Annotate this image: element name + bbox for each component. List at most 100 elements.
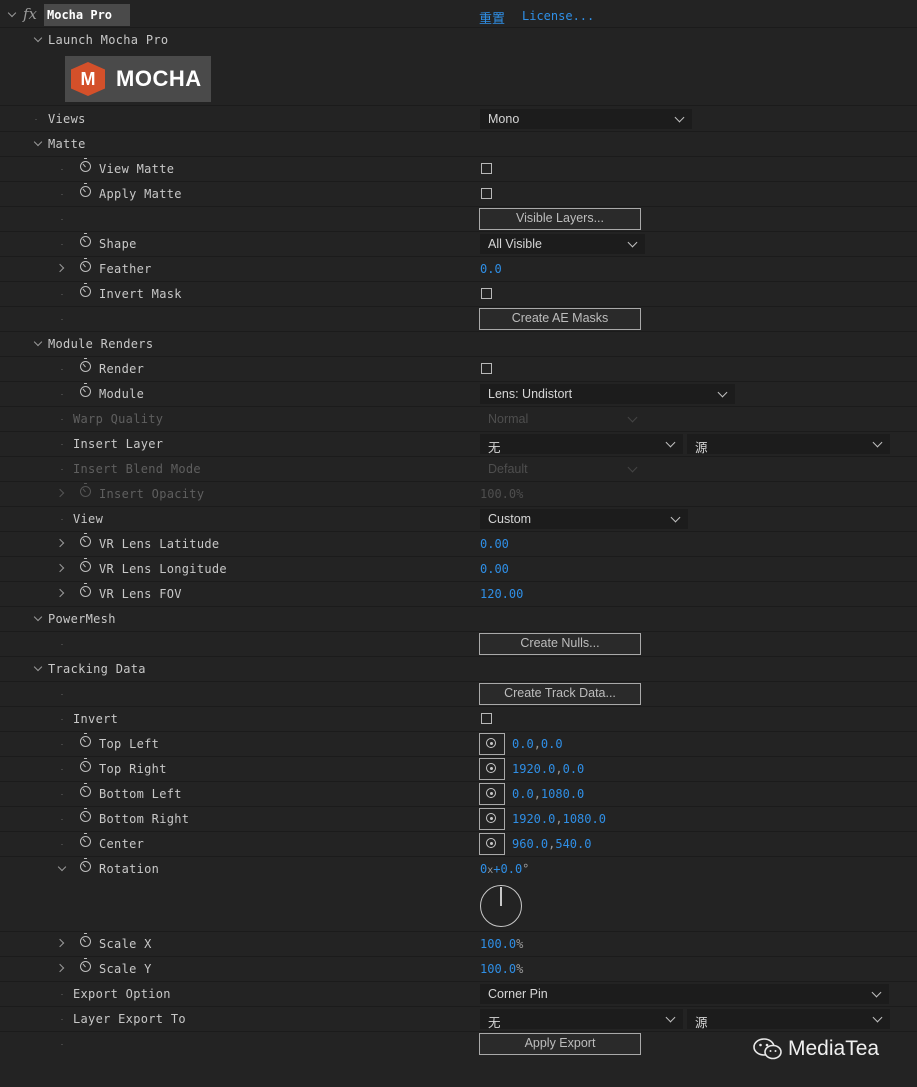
crosshair-icon[interactable] bbox=[479, 758, 505, 780]
top-right-value[interactable]: 1920.0,0.0 bbox=[512, 762, 584, 776]
scale-y-row: Scale Y 100.0% bbox=[0, 957, 917, 982]
stopwatch-icon[interactable] bbox=[80, 758, 91, 772]
insert-layer-source-dropdown[interactable]: 源 bbox=[687, 434, 890, 455]
invert-checkbox[interactable] bbox=[481, 713, 492, 724]
chevron-down-icon[interactable] bbox=[34, 138, 44, 148]
bottom-right-value[interactable]: 1920.0,1080.0 bbox=[512, 812, 606, 826]
vr-longitude-value[interactable]: 0.00 bbox=[480, 562, 509, 576]
vr-latitude-row: VR Lens Latitude 0.00 bbox=[0, 532, 917, 557]
create-nulls-button[interactable]: Create Nulls... bbox=[479, 633, 641, 655]
bottom-left-value[interactable]: 0.0,1080.0 bbox=[512, 787, 584, 801]
crosshair-icon[interactable] bbox=[479, 833, 505, 855]
effect-header-row: fx Mocha Pro 重置 License... bbox=[0, 3, 917, 28]
chevron-right-icon bbox=[57, 488, 67, 498]
stopwatch-icon[interactable] bbox=[80, 783, 91, 797]
view-dropdown[interactable]: Custom bbox=[480, 509, 688, 529]
invert-mask-checkbox[interactable] bbox=[481, 288, 492, 299]
crosshair-icon[interactable] bbox=[479, 733, 505, 755]
feather-row: Feather 0.0 bbox=[0, 257, 917, 282]
mocha-launch-button[interactable]: M MOCHA bbox=[65, 56, 211, 102]
stopwatch-icon[interactable] bbox=[80, 583, 91, 597]
module-label: Module bbox=[99, 387, 145, 401]
apply-matte-checkbox[interactable] bbox=[481, 188, 492, 199]
stopwatch-icon[interactable] bbox=[80, 233, 91, 247]
chevron-down-icon[interactable] bbox=[34, 613, 44, 623]
matte-label: Matte bbox=[48, 137, 86, 151]
module-renders-group-row: Module Renders bbox=[0, 332, 917, 357]
stopwatch-icon[interactable] bbox=[80, 183, 91, 197]
chevron-right-icon[interactable] bbox=[57, 538, 67, 548]
scale-x-value[interactable]: 100.0% bbox=[480, 937, 523, 951]
mocha-logo-icon: M bbox=[71, 62, 105, 96]
invert-label: Invert bbox=[73, 712, 119, 726]
wechat-icon bbox=[753, 1038, 782, 1060]
stopwatch-icon[interactable] bbox=[80, 558, 91, 572]
chevron-down-icon bbox=[627, 462, 638, 473]
top-left-label: Top Left bbox=[99, 737, 160, 751]
collapse-chevron-icon[interactable] bbox=[8, 9, 18, 19]
stopwatch-icon[interactable] bbox=[80, 933, 91, 947]
chevron-down-icon[interactable] bbox=[34, 34, 44, 44]
stopwatch-icon[interactable] bbox=[80, 958, 91, 972]
vr-fov-value[interactable]: 120.00 bbox=[480, 587, 523, 601]
top-left-value[interactable]: 0.0,0.0 bbox=[512, 737, 563, 751]
chevron-down-icon bbox=[627, 237, 638, 248]
stopwatch-icon[interactable] bbox=[80, 283, 91, 297]
view-matte-row: View Matte bbox=[0, 157, 917, 182]
mocha-logo-text: MOCHA bbox=[116, 66, 202, 91]
create-track-data-button[interactable]: Create Track Data... bbox=[479, 683, 641, 705]
insert-layer-dropdown[interactable]: 无 bbox=[480, 434, 683, 455]
feather-value[interactable]: 0.0 bbox=[480, 262, 502, 276]
render-checkbox[interactable] bbox=[481, 363, 492, 374]
stopwatch-icon[interactable] bbox=[80, 383, 91, 397]
tree-dot bbox=[35, 119, 37, 120]
chevron-down-icon[interactable] bbox=[58, 863, 68, 873]
stopwatch-icon[interactable] bbox=[80, 358, 91, 372]
chevron-down-icon bbox=[674, 112, 685, 123]
effect-name[interactable]: Mocha Pro bbox=[44, 4, 130, 26]
stopwatch-icon[interactable] bbox=[80, 833, 91, 847]
module-renders-label: Module Renders bbox=[48, 337, 154, 351]
fx-icon[interactable]: fx bbox=[23, 5, 37, 23]
tree-dot bbox=[61, 994, 63, 995]
view-label: View bbox=[73, 512, 104, 526]
reset-link[interactable]: 重置 bbox=[479, 8, 505, 27]
stopwatch-icon[interactable] bbox=[80, 808, 91, 822]
chevron-right-icon[interactable] bbox=[57, 588, 67, 598]
scale-y-value[interactable]: 100.0% bbox=[480, 962, 523, 976]
license-link[interactable]: License... bbox=[522, 9, 594, 23]
tree-dot bbox=[61, 1044, 63, 1045]
create-ae-masks-row: Create AE Masks bbox=[0, 307, 917, 332]
stopwatch-icon[interactable] bbox=[80, 158, 91, 172]
crosshair-icon[interactable] bbox=[479, 808, 505, 830]
export-option-dropdown[interactable]: Corner Pin bbox=[480, 984, 889, 1004]
chevron-right-icon[interactable] bbox=[57, 563, 67, 573]
tree-dot bbox=[61, 644, 63, 645]
visible-layers-button[interactable]: Visible Layers... bbox=[479, 208, 641, 230]
vr-latitude-value[interactable]: 0.00 bbox=[480, 537, 509, 551]
chevron-right-icon[interactable] bbox=[57, 963, 67, 973]
chevron-right-icon[interactable] bbox=[57, 938, 67, 948]
chevron-down-icon[interactable] bbox=[34, 663, 44, 673]
stopwatch-icon[interactable] bbox=[80, 533, 91, 547]
stopwatch-icon[interactable] bbox=[80, 733, 91, 747]
create-ae-masks-button[interactable]: Create AE Masks bbox=[479, 308, 641, 330]
render-row: Render bbox=[0, 357, 917, 382]
stopwatch-icon[interactable] bbox=[80, 858, 91, 872]
views-dropdown[interactable]: Mono bbox=[480, 109, 692, 129]
apply-export-button[interactable]: Apply Export bbox=[479, 1033, 641, 1055]
tree-dot bbox=[61, 1019, 63, 1020]
chevron-down-icon[interactable] bbox=[34, 338, 44, 348]
crosshair-icon[interactable] bbox=[479, 783, 505, 805]
center-value[interactable]: 960.0,540.0 bbox=[512, 837, 591, 851]
rotation-dial[interactable] bbox=[480, 885, 522, 927]
shape-dropdown[interactable]: All Visible bbox=[480, 234, 645, 254]
stopwatch-icon[interactable] bbox=[80, 258, 91, 272]
module-dropdown[interactable]: Lens: Undistort bbox=[480, 384, 735, 404]
rotation-value[interactable]: 0x+0.0° bbox=[480, 862, 529, 876]
chevron-right-icon[interactable] bbox=[57, 263, 67, 273]
layer-export-dropdown[interactable]: 无 bbox=[480, 1009, 683, 1030]
invert-mask-row: Invert Mask bbox=[0, 282, 917, 307]
view-matte-checkbox[interactable] bbox=[481, 163, 492, 174]
layer-export-source-dropdown[interactable]: 源 bbox=[687, 1009, 890, 1030]
